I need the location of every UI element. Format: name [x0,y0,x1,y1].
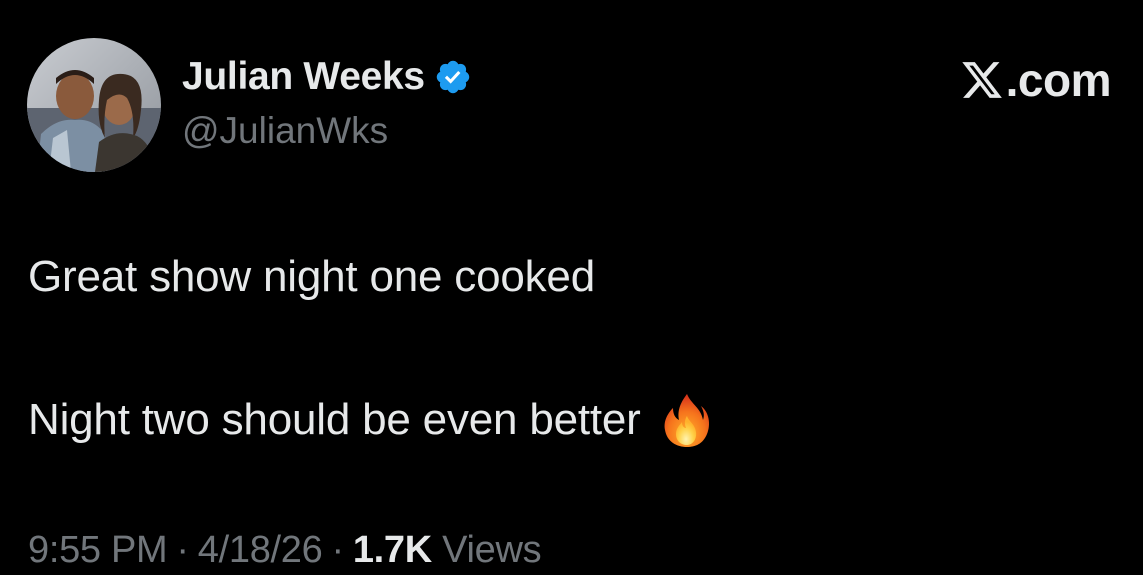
brand-domain-label: .com [1005,54,1112,106]
x-logo-icon [960,58,1004,102]
views-count[interactable]: 1.7K [353,529,432,571]
tweet-time[interactable]: 9:55 PM [28,529,168,571]
author-name-row: Julian Weeks [182,55,472,99]
avatar[interactable] [27,38,161,172]
tweet-card: Julian Weeks @JulianWks .com Great show … [0,0,1143,575]
avatar-photo [27,38,161,172]
tweet-meta: 9:55 PM · 4/18/26 · 1.7K Views [28,529,542,572]
author-handle[interactable]: @JulianWks [182,110,388,152]
tweet-text-line-2-row: Night two should be even better [28,392,713,448]
fire-icon [661,392,713,448]
tweet-text-line-1: Great show night one cooked [28,252,595,301]
brand-watermark: .com [960,54,1112,106]
meta-separator: · [176,529,189,571]
verified-badge-icon[interactable] [434,58,472,96]
author-display-name[interactable]: Julian Weeks [182,55,425,99]
tweet-text-line-2: Night two should be even better [28,395,641,444]
views-label[interactable]: Views [442,529,541,571]
meta-separator: · [331,529,344,571]
tweet-date[interactable]: 4/18/26 [198,529,323,571]
